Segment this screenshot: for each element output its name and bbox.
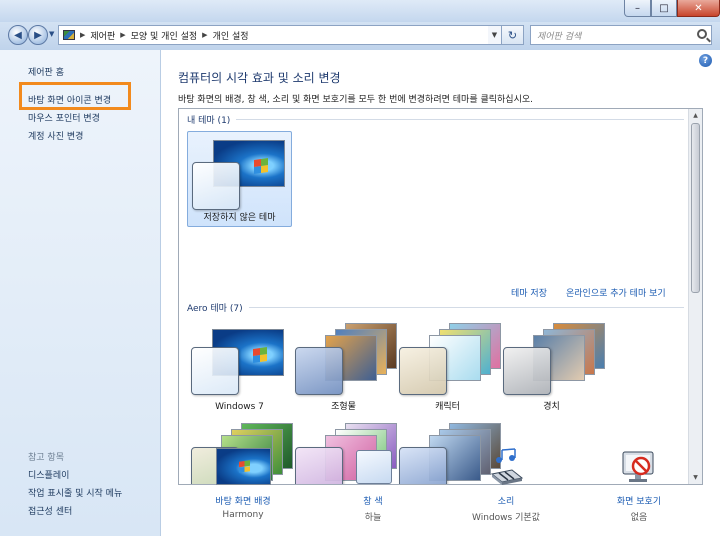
sounds-icon [486, 448, 526, 486]
control-panel-home-link[interactable]: 제어판 홈 [28, 65, 64, 78]
window-color-value: 하늘 [364, 513, 382, 523]
theme-list-scrollbar[interactable]: ▲ ▼ [688, 109, 702, 484]
windows-logo-icon [254, 158, 268, 174]
breadcrumb-personalization[interactable]: 개인 설정 [213, 29, 249, 42]
search-icon[interactable] [697, 29, 707, 39]
scroll-up-icon[interactable]: ▲ [689, 109, 702, 122]
screen-saver-icon [619, 448, 659, 486]
theme-label: 저장하지 않은 테마 [203, 213, 276, 223]
desktop-background-icon [216, 448, 271, 485]
address-dropdown-button[interactable]: ▼ [488, 25, 502, 45]
page-title: 컴퓨터의 시각 효과 및 소리 변경 [178, 71, 341, 85]
window-color-title[interactable]: 창 색 [313, 494, 433, 507]
highlight-box [19, 82, 131, 110]
window-color-preview [295, 447, 343, 484]
window-color-preview [295, 347, 343, 395]
breadcrumb-appearance[interactable]: 모양 및 개인 설정 [131, 29, 198, 42]
my-themes-group: 내 테마 (1) [187, 113, 684, 126]
theme-label: Windows 7 [215, 402, 264, 412]
title-bar: – □ ✕ [0, 0, 720, 22]
navigation-bar: ◀ ▶ ▼ ▶ 제어판 ▶ 모양 및 개인 설정 ▶ 개인 설정 ▼ ↻ 제어판… [0, 22, 720, 50]
sounds-title[interactable]: 소리 [446, 494, 566, 507]
theme-tile-korea[interactable] [395, 421, 501, 484]
main-content: ? 컴퓨터의 시각 효과 및 소리 변경 바탕 화면의 배경, 창 색, 소리 … [161, 50, 720, 536]
see-also-heading: 참고 항목 [28, 453, 64, 463]
theme-label: 조형물 [331, 402, 356, 412]
window-color-preview [503, 347, 551, 395]
breadcrumb-control-panel[interactable]: 제어판 [90, 29, 115, 42]
theme-tile-windows7[interactable]: Windows 7 [187, 321, 292, 417]
theme-tile-characters[interactable]: 캐릭터 [395, 321, 501, 417]
my-themes-title: 내 테마 (1) [187, 116, 231, 126]
window-color-icon [356, 450, 392, 484]
windows-logo-icon [253, 347, 267, 363]
taskbar-start-menu-link[interactable]: 작업 표시줄 및 시작 메뉴 [28, 486, 122, 499]
window-color-preview [399, 347, 447, 395]
breadcrumb-separator-icon[interactable]: ▶ [202, 31, 207, 39]
window-color-preview [191, 347, 239, 395]
windows-logo-icon [239, 460, 250, 473]
recent-pages-dropdown[interactable]: ▼ [49, 30, 54, 38]
scroll-thumb[interactable] [691, 123, 700, 293]
search-placeholder: 제어판 검색 [537, 31, 582, 42]
forward-button[interactable]: ▶ [28, 25, 48, 45]
desktop-background-value: Harmony [222, 510, 264, 520]
close-button[interactable]: ✕ [677, 0, 720, 17]
refresh-button[interactable]: ↻ [502, 25, 524, 45]
breadcrumb-separator-icon[interactable]: ▶ [120, 31, 125, 39]
address-bar[interactable]: ▶ 제어판 ▶ 모양 및 개인 설정 ▶ 개인 설정 [58, 25, 500, 45]
theme-tile-architecture[interactable]: 조형물 [291, 321, 397, 417]
theme-tile-landscapes[interactable]: 경치 [499, 321, 605, 417]
theme-label: 경치 [543, 402, 560, 412]
aero-themes-title: Aero 테마 (7) [187, 304, 243, 314]
aero-themes-group: Aero 테마 (7) [187, 301, 684, 314]
screen-saver-value: 없음 [630, 513, 648, 523]
change-account-picture-link[interactable]: 계정 사진 변경 [28, 129, 83, 142]
window-color-preview [399, 447, 447, 484]
control-panel-icon [63, 30, 75, 40]
change-mouse-pointers-link[interactable]: 마우스 포인터 변경 [28, 111, 100, 124]
desktop-background-title[interactable]: 바탕 화면 배경 [183, 494, 303, 507]
minimize-button[interactable]: – [624, 0, 651, 17]
get-more-themes-link[interactable]: 온라인으로 추가 테마 보기 [566, 286, 666, 299]
theme-tile-unsaved[interactable]: 저장하지 않은 테마 [187, 131, 292, 227]
maximize-button[interactable]: □ [651, 0, 677, 17]
display-link[interactable]: 디스플레이 [28, 468, 69, 481]
page-description: 바탕 화면의 배경, 창 색, 소리 및 화면 보호기를 모두 한 번에 변경하… [178, 95, 533, 105]
screen-saver-title[interactable]: 화면 보호기 [579, 494, 699, 507]
breadcrumb-separator-icon[interactable]: ▶ [80, 31, 85, 39]
theme-label: 캐릭터 [435, 402, 460, 412]
ease-of-access-link[interactable]: 접근성 센터 [28, 504, 72, 517]
back-button[interactable]: ◀ [8, 25, 28, 45]
search-input[interactable]: 제어판 검색 [530, 25, 712, 45]
task-pane: 제어판 홈 바탕 화면 아이콘 변경 마우스 포인터 변경 계정 사진 변경 참… [0, 50, 161, 536]
help-icon[interactable]: ? [699, 54, 712, 67]
window-color-preview [192, 162, 240, 210]
scroll-down-icon[interactable]: ▼ [689, 471, 702, 484]
save-theme-link[interactable]: 테마 저장 [511, 286, 547, 299]
theme-list[interactable]: 내 테마 (1) 저장하지 않은 테마 테마 저장 온라인으로 추가 테마 보기… [178, 108, 703, 485]
sounds-value: Windows 기본값 [472, 513, 540, 523]
